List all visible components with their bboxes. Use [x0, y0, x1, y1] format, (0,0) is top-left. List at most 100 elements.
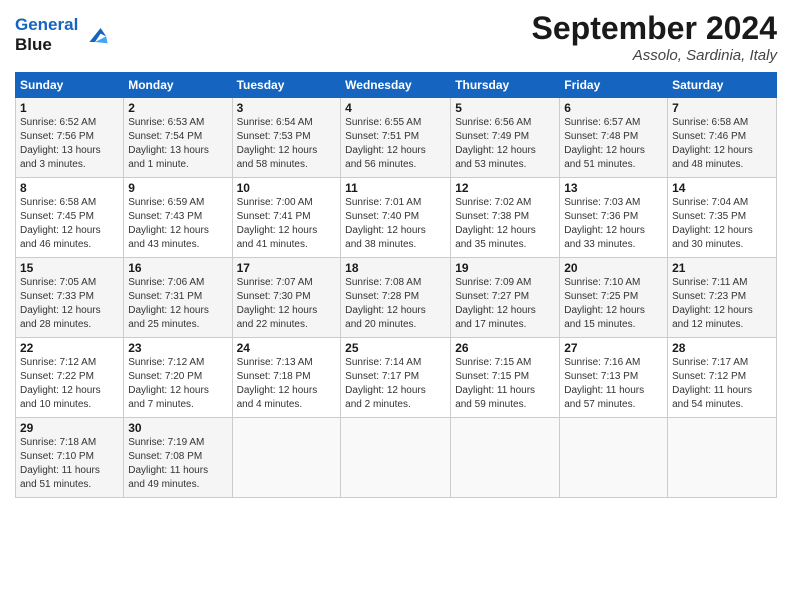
calendar-cell: 3Sunrise: 6:54 AMSunset: 7:53 PMDaylight… — [232, 98, 341, 178]
calendar-cell — [341, 418, 451, 498]
day-info: Sunrise: 6:53 AMSunset: 7:54 PMDaylight:… — [128, 116, 227, 172]
day-info: Sunrise: 7:08 AMSunset: 7:28 PMDaylight:… — [345, 276, 446, 332]
day-number: 15 — [20, 261, 119, 275]
day-number: 5 — [455, 101, 555, 115]
day-number: 10 — [237, 181, 337, 195]
calendar-cell: 30Sunrise: 7:19 AMSunset: 7:08 PMDayligh… — [124, 418, 232, 498]
logo: General Blue — [15, 15, 109, 56]
calendar-cell: 14Sunrise: 7:04 AMSunset: 7:35 PMDayligh… — [668, 178, 777, 258]
day-info: Sunrise: 7:12 AMSunset: 7:22 PMDaylight:… — [20, 356, 119, 412]
day-number: 23 — [128, 341, 227, 355]
day-number: 21 — [672, 261, 772, 275]
day-number: 3 — [237, 101, 337, 115]
calendar-cell: 26Sunrise: 7:15 AMSunset: 7:15 PMDayligh… — [451, 338, 560, 418]
calendar-cell: 9Sunrise: 6:59 AMSunset: 7:43 PMDaylight… — [124, 178, 232, 258]
calendar-cell — [560, 418, 668, 498]
day-number: 14 — [672, 181, 772, 195]
calendar-cell: 22Sunrise: 7:12 AMSunset: 7:22 PMDayligh… — [16, 338, 124, 418]
day-info: Sunrise: 7:10 AMSunset: 7:25 PMDaylight:… — [564, 276, 663, 332]
day-info: Sunrise: 7:05 AMSunset: 7:33 PMDaylight:… — [20, 276, 119, 332]
weekday-header-saturday: Saturday — [668, 73, 777, 98]
weekday-header-sunday: Sunday — [16, 73, 124, 98]
title-area: September 2024 Assolo, Sardinia, Italy — [532, 10, 777, 64]
day-info: Sunrise: 6:57 AMSunset: 7:48 PMDaylight:… — [564, 116, 663, 172]
calendar-cell: 25Sunrise: 7:14 AMSunset: 7:17 PMDayligh… — [341, 338, 451, 418]
day-number: 17 — [237, 261, 337, 275]
calendar-table: SundayMondayTuesdayWednesdayThursdayFrid… — [15, 72, 777, 498]
day-info: Sunrise: 7:12 AMSunset: 7:20 PMDaylight:… — [128, 356, 227, 412]
day-number: 6 — [564, 101, 663, 115]
day-number: 22 — [20, 341, 119, 355]
calendar-week-2: 8Sunrise: 6:58 AMSunset: 7:45 PMDaylight… — [16, 178, 777, 258]
calendar-cell: 24Sunrise: 7:13 AMSunset: 7:18 PMDayligh… — [232, 338, 341, 418]
day-info: Sunrise: 7:11 AMSunset: 7:23 PMDaylight:… — [672, 276, 772, 332]
day-info: Sunrise: 7:16 AMSunset: 7:13 PMDaylight:… — [564, 356, 663, 412]
day-number: 20 — [564, 261, 663, 275]
day-info: Sunrise: 7:13 AMSunset: 7:18 PMDaylight:… — [237, 356, 337, 412]
weekday-header-thursday: Thursday — [451, 73, 560, 98]
calendar-cell: 10Sunrise: 7:00 AMSunset: 7:41 PMDayligh… — [232, 178, 341, 258]
day-info: Sunrise: 6:58 AMSunset: 7:46 PMDaylight:… — [672, 116, 772, 172]
calendar-cell: 11Sunrise: 7:01 AMSunset: 7:40 PMDayligh… — [341, 178, 451, 258]
logo-line2: Blue — [15, 35, 78, 55]
day-info: Sunrise: 6:59 AMSunset: 7:43 PMDaylight:… — [128, 196, 227, 252]
day-number: 25 — [345, 341, 446, 355]
day-number: 24 — [237, 341, 337, 355]
day-info: Sunrise: 6:52 AMSunset: 7:56 PMDaylight:… — [20, 116, 119, 172]
day-info: Sunrise: 7:04 AMSunset: 7:35 PMDaylight:… — [672, 196, 772, 252]
calendar-header: SundayMondayTuesdayWednesdayThursdayFrid… — [16, 73, 777, 98]
day-info: Sunrise: 7:18 AMSunset: 7:10 PMDaylight:… — [20, 436, 119, 492]
day-number: 11 — [345, 181, 446, 195]
calendar-cell: 7Sunrise: 6:58 AMSunset: 7:46 PMDaylight… — [668, 98, 777, 178]
day-info: Sunrise: 7:06 AMSunset: 7:31 PMDaylight:… — [128, 276, 227, 332]
day-number: 1 — [20, 101, 119, 115]
calendar-cell: 29Sunrise: 7:18 AMSunset: 7:10 PMDayligh… — [16, 418, 124, 498]
calendar-week-1: 1Sunrise: 6:52 AMSunset: 7:56 PMDaylight… — [16, 98, 777, 178]
day-info: Sunrise: 7:03 AMSunset: 7:36 PMDaylight:… — [564, 196, 663, 252]
day-number: 2 — [128, 101, 227, 115]
calendar-cell: 20Sunrise: 7:10 AMSunset: 7:25 PMDayligh… — [560, 258, 668, 338]
day-number: 12 — [455, 181, 555, 195]
day-info: Sunrise: 7:17 AMSunset: 7:12 PMDaylight:… — [672, 356, 772, 412]
calendar-week-5: 29Sunrise: 7:18 AMSunset: 7:10 PMDayligh… — [16, 418, 777, 498]
calendar-cell — [451, 418, 560, 498]
day-info: Sunrise: 7:01 AMSunset: 7:40 PMDaylight:… — [345, 196, 446, 252]
calendar-cell: 8Sunrise: 6:58 AMSunset: 7:45 PMDaylight… — [16, 178, 124, 258]
day-number: 18 — [345, 261, 446, 275]
calendar-cell: 23Sunrise: 7:12 AMSunset: 7:20 PMDayligh… — [124, 338, 232, 418]
calendar-cell: 6Sunrise: 6:57 AMSunset: 7:48 PMDaylight… — [560, 98, 668, 178]
weekday-header-monday: Monday — [124, 73, 232, 98]
calendar-cell: 2Sunrise: 6:53 AMSunset: 7:54 PMDaylight… — [124, 98, 232, 178]
day-number: 4 — [345, 101, 446, 115]
logo-line1: General — [15, 15, 78, 34]
calendar-cell: 12Sunrise: 7:02 AMSunset: 7:38 PMDayligh… — [451, 178, 560, 258]
day-number: 29 — [20, 421, 119, 435]
calendar-cell: 13Sunrise: 7:03 AMSunset: 7:36 PMDayligh… — [560, 178, 668, 258]
day-number: 19 — [455, 261, 555, 275]
calendar-cell: 15Sunrise: 7:05 AMSunset: 7:33 PMDayligh… — [16, 258, 124, 338]
day-number: 27 — [564, 341, 663, 355]
calendar-cell — [232, 418, 341, 498]
header-area: General Blue September 2024 Assolo, Sard… — [15, 10, 777, 64]
day-number: 16 — [128, 261, 227, 275]
day-info: Sunrise: 7:15 AMSunset: 7:15 PMDaylight:… — [455, 356, 555, 412]
calendar-cell: 1Sunrise: 6:52 AMSunset: 7:56 PMDaylight… — [16, 98, 124, 178]
day-number: 28 — [672, 341, 772, 355]
day-number: 9 — [128, 181, 227, 195]
day-info: Sunrise: 7:00 AMSunset: 7:41 PMDaylight:… — [237, 196, 337, 252]
calendar-cell: 5Sunrise: 6:56 AMSunset: 7:49 PMDaylight… — [451, 98, 560, 178]
day-number: 8 — [20, 181, 119, 195]
day-info: Sunrise: 6:54 AMSunset: 7:53 PMDaylight:… — [237, 116, 337, 172]
day-number: 30 — [128, 421, 227, 435]
day-number: 13 — [564, 181, 663, 195]
calendar-cell: 18Sunrise: 7:08 AMSunset: 7:28 PMDayligh… — [341, 258, 451, 338]
weekday-header-friday: Friday — [560, 73, 668, 98]
calendar-cell: 17Sunrise: 7:07 AMSunset: 7:30 PMDayligh… — [232, 258, 341, 338]
day-info: Sunrise: 7:07 AMSunset: 7:30 PMDaylight:… — [237, 276, 337, 332]
calendar-cell: 19Sunrise: 7:09 AMSunset: 7:27 PMDayligh… — [451, 258, 560, 338]
logo-icon — [81, 21, 109, 49]
day-info: Sunrise: 7:19 AMSunset: 7:08 PMDaylight:… — [128, 436, 227, 492]
calendar-cell: 28Sunrise: 7:17 AMSunset: 7:12 PMDayligh… — [668, 338, 777, 418]
day-info: Sunrise: 6:55 AMSunset: 7:51 PMDaylight:… — [345, 116, 446, 172]
calendar-container: General Blue September 2024 Assolo, Sard… — [0, 0, 792, 508]
